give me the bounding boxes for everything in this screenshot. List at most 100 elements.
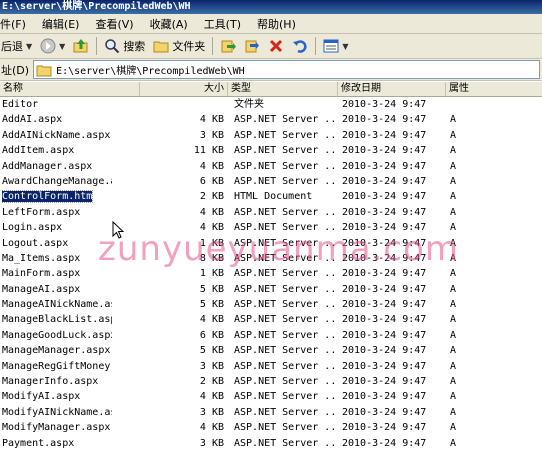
up-button[interactable]: [69, 35, 93, 57]
column-size[interactable]: 大小: [140, 82, 228, 96]
move-to-button[interactable]: [216, 35, 240, 57]
file-type: ASP.NET Server ...: [234, 251, 334, 266]
menu-view[interactable]: 查看(V): [87, 16, 141, 32]
file-name: ManageRegGiftMoney.aspx: [2, 359, 112, 374]
folders-button[interactable]: 文件夹: [149, 35, 209, 57]
file-row[interactable]: ModifyAI.aspx 4 KB ASP.NET Server ... 2010-…: [0, 389, 542, 404]
file-size: 4 KB: [140, 420, 224, 435]
copy-to-button[interactable]: [240, 35, 264, 57]
file-type-text: ASP.NET Server ...: [234, 252, 334, 264]
file-size: 4 KB: [140, 312, 224, 327]
file-name: ManageAINickName.aspx: [2, 297, 112, 312]
address-bar: 址(D) E:\server\棋牌\PrecompiledWeb\WH: [0, 59, 542, 81]
file-attributes-text: A: [450, 299, 457, 311]
file-name-text: Logout.aspx: [2, 237, 69, 249]
file-type: HTML Document: [234, 189, 334, 204]
file-row[interactable]: MainForm.aspx 1 KB ASP.NET Server ... 2010-…: [0, 266, 542, 281]
file-size-text: 4 KB: [199, 114, 224, 126]
file-modified-text: 2010-3-24 9:47: [342, 360, 427, 372]
file-name: ModifyAI.aspx: [2, 389, 112, 404]
address-input[interactable]: E:\server\棋牌\PrecompiledWeb\WH: [33, 60, 540, 79]
menu-edit[interactable]: 编辑(E): [34, 16, 88, 32]
file-modified: 2010-3-24 9:47: [342, 282, 448, 297]
file-row[interactable]: ModifyManager.aspx 4 KB ASP.NET Server ...…: [0, 420, 542, 435]
file-row[interactable]: ManageAINickName.aspx 5 KB ASP.NET Server …: [0, 297, 542, 312]
file-attributes: A: [450, 266, 490, 281]
file-row[interactable]: Login.aspx 4 KB ASP.NET Server ... 2010-3-2…: [0, 220, 542, 235]
file-row[interactable]: AwardChangeManage.aspx 6 KB ASP.NET Server…: [0, 174, 542, 189]
column-header: 名称 大小 类型 修改日期 属性: [0, 82, 542, 97]
file-modified: 2010-3-24 9:47: [342, 236, 448, 251]
column-name[interactable]: 名称: [0, 82, 140, 96]
file-row[interactable]: ManageBlackList.aspx 4 KB ASP.NET Server .…: [0, 312, 542, 327]
move-to-icon: [220, 38, 237, 54]
menu-file[interactable]: 件(F): [0, 16, 34, 32]
menu-favorites[interactable]: 收藏(A): [142, 16, 196, 32]
file-type: ASP.NET Server ...: [234, 389, 334, 404]
file-type-text: ASP.NET Server ...: [234, 391, 334, 403]
file-size: 6 KB: [140, 328, 224, 343]
file-size: 4 KB: [140, 112, 224, 127]
file-row[interactable]: Ma_Items.aspx 8 KB ASP.NET Server ... 2010-…: [0, 251, 542, 266]
file-type: ASP.NET Server ...: [234, 205, 334, 220]
file-row[interactable]: ModifyAINickName.aspx 3 KB ASP.NET Server …: [0, 405, 542, 420]
file-row[interactable]: Payment.aspx 3 KB ASP.NET Server ... 2010-3…: [0, 436, 542, 451]
undo-button[interactable]: [288, 35, 312, 57]
file-name-text: MainForm.aspx: [2, 268, 81, 280]
file-size: 4 KB: [140, 389, 224, 404]
file-row[interactable]: ManageManager.aspx 5 KB ASP.NET Server ...…: [0, 343, 542, 358]
file-row[interactable]: ManageRegGiftMoney.aspx 3 KB ASP.NET Serve…: [0, 359, 542, 374]
menu-help[interactable]: 帮助(H): [249, 16, 304, 32]
file-type: ASP.NET Server ...: [234, 436, 334, 451]
menu-tools[interactable]: 工具(T): [196, 16, 249, 32]
file-attributes-text: A: [450, 360, 457, 372]
back-button[interactable]: 后退 ▼: [0, 35, 36, 57]
file-row[interactable]: AddManager.aspx 4 KB ASP.NET Server ... 201…: [0, 159, 542, 174]
delete-button[interactable]: [264, 35, 288, 57]
back-dropdown-icon[interactable]: ▼: [26, 42, 32, 51]
file-name: MainForm.aspx: [2, 266, 112, 281]
file-row[interactable]: Editor 文件夹 2010-3-24 9:47: [0, 97, 542, 112]
file-attributes: A: [450, 112, 490, 127]
file-modified-text: 2010-3-24 9:47: [342, 406, 427, 418]
toolbar-separator: [212, 37, 214, 55]
views-button[interactable]: ▼: [319, 35, 352, 57]
file-type-text: ASP.NET Server ...: [234, 222, 334, 234]
file-row[interactable]: AddAINickName.aspx 3 KB ASP.NET Server ...…: [0, 128, 542, 143]
forward-button[interactable]: ▼: [36, 35, 69, 57]
file-size-text: 5 KB: [199, 345, 224, 357]
column-type[interactable]: 类型: [228, 82, 338, 96]
file-row[interactable]: Logout.aspx 1 KB ASP.NET Server ... 2010-3-…: [0, 236, 542, 251]
forward-dropdown-icon[interactable]: ▼: [59, 42, 65, 51]
file-list: Editor 文件夹 2010-3-24 9:47 AddAI.aspx 4 KB ASP…: [0, 97, 542, 451]
file-name: ManageAI.aspx: [2, 282, 112, 297]
file-type-text: HTML Document: [234, 191, 313, 203]
file-attributes-text: A: [450, 329, 457, 341]
file-row[interactable]: AddAI.aspx 4 KB ASP.NET Server ... 2010-3-2…: [0, 112, 542, 127]
column-modified[interactable]: 修改日期: [338, 82, 446, 96]
file-modified-text: 2010-3-24 9:47: [342, 160, 427, 172]
file-row[interactable]: ManageAI.aspx 5 KB ASP.NET Server ... 2010-…: [0, 282, 542, 297]
file-attributes: A: [450, 159, 490, 174]
file-name-text: LeftForm.aspx: [2, 206, 81, 218]
views-dropdown-icon[interactable]: ▼: [342, 42, 348, 51]
file-row[interactable]: ManageGoodLuck.aspx 6 KB ASP.NET Server ..…: [0, 328, 542, 343]
file-row[interactable]: LeftForm.aspx 4 KB ASP.NET Server ... 2010-…: [0, 205, 542, 220]
file-size: 4 KB: [140, 159, 224, 174]
file-name: ManageManager.aspx: [2, 343, 112, 358]
file-type: ASP.NET Server ...: [234, 374, 334, 389]
file-row[interactable]: AddItem.aspx 11 KB ASP.NET Server ... 2010-…: [0, 143, 542, 158]
file-modified: 2010-3-24 9:47: [342, 405, 448, 420]
file-name: AddAINickName.aspx: [2, 128, 112, 143]
search-button[interactable]: 搜索: [100, 35, 149, 57]
file-modified: 2010-3-24 9:47: [342, 359, 448, 374]
file-size-text: 4 KB: [199, 314, 224, 326]
window-title: E:\server\棋牌\PrecompiledWeb\WH: [0, 0, 542, 14]
file-row[interactable]: ManagerInfo.aspx 2 KB ASP.NET Server ... 20…: [0, 374, 542, 389]
file-type-text: ASP.NET Server ...: [234, 314, 334, 326]
file-row[interactable]: ControlForm.htm 2 KB HTML Document 2010-3-2…: [0, 189, 542, 204]
file-name-text: Login.aspx: [2, 222, 63, 234]
file-attributes: A: [450, 236, 490, 251]
toolbar-separator: [96, 37, 98, 55]
column-attributes[interactable]: 属性: [446, 82, 542, 96]
